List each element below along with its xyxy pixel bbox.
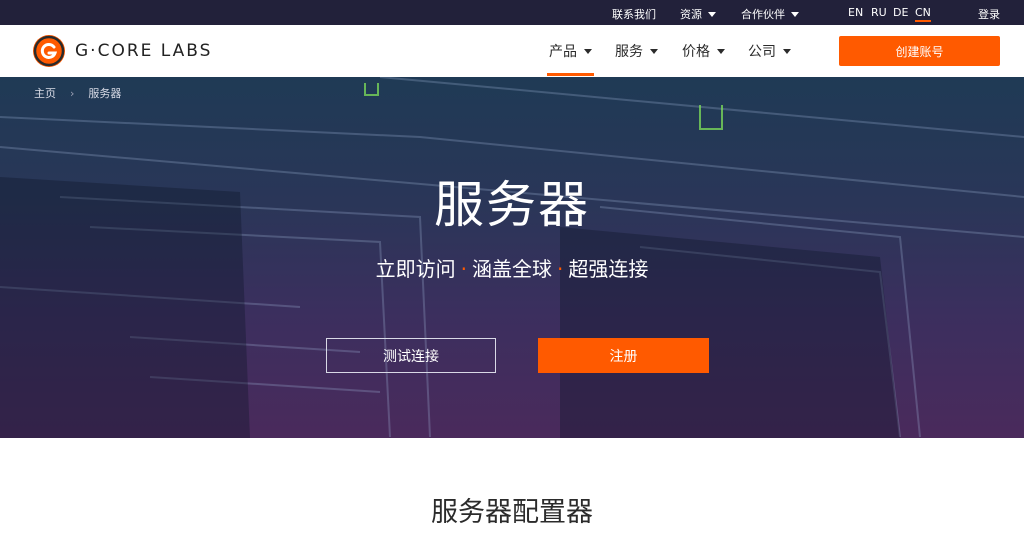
- top-utility-bar: 联系我们 资源 合作伙伴 EN RU DE CN 登录: [0, 0, 1024, 25]
- chevron-down-icon: [650, 48, 658, 54]
- partners-menu-label: 合作伙伴: [741, 8, 785, 21]
- language-ru[interactable]: RU: [871, 6, 887, 19]
- login-link[interactable]: 登录: [978, 6, 1000, 22]
- nav-item-services[interactable]: 服务: [615, 41, 658, 61]
- nav-item-label: 服务: [615, 44, 643, 60]
- create-account-button[interactable]: 创建账号: [839, 36, 1000, 66]
- nav-item-company[interactable]: 公司: [748, 41, 791, 61]
- resources-menu[interactable]: 资源: [680, 6, 716, 22]
- subtitle-part-1: 立即访问: [375, 257, 456, 281]
- chevron-down-icon: [783, 48, 791, 54]
- language-cn[interactable]: CN: [915, 6, 931, 22]
- contact-link-label: 联系我们: [612, 8, 656, 21]
- gcore-logo-svg: [33, 35, 65, 67]
- contact-link[interactable]: 联系我们: [612, 6, 656, 22]
- nav-item-pricing[interactable]: 价格: [682, 41, 725, 61]
- breadcrumb-home[interactable]: 主页: [34, 85, 56, 101]
- nav-item-label: 价格: [682, 44, 710, 60]
- chevron-down-icon: [708, 11, 716, 17]
- subtitle-part-2: 涵盖全球: [472, 257, 552, 281]
- logo-text: G·CORE LABS: [75, 41, 213, 61]
- subtitle-separator: ·: [460, 257, 467, 281]
- nav-item-label: 产品: [549, 44, 577, 60]
- language-en[interactable]: EN: [848, 6, 863, 19]
- gcore-logo-icon: [33, 35, 65, 67]
- section-title: 服务器配置器: [431, 497, 593, 528]
- chevron-down-icon: [584, 48, 592, 54]
- nav-item-label: 公司: [748, 44, 776, 60]
- main-navigation: G·CORE LABS 产品 服务 价格 公司 创建账号: [0, 25, 1024, 77]
- partners-menu[interactable]: 合作伙伴: [741, 6, 799, 22]
- breadcrumb-current: 服务器: [88, 87, 122, 100]
- nav-item-products[interactable]: 产品: [547, 41, 594, 76]
- subtitle-separator: ·: [557, 257, 564, 281]
- resources-menu-label: 资源: [680, 8, 702, 21]
- language-de[interactable]: DE: [893, 6, 908, 19]
- breadcrumb: 主页 › 服务器: [34, 85, 121, 101]
- register-button[interactable]: 注册: [538, 338, 709, 373]
- chevron-down-icon: [791, 11, 799, 17]
- logo[interactable]: G·CORE LABS: [33, 35, 212, 67]
- chevron-right-icon: ›: [70, 86, 75, 100]
- hero-subtitle: 立即访问 · 涵盖全球 · 超强连接: [0, 253, 1024, 282]
- login-link-label: 登录: [978, 8, 1000, 21]
- test-connection-button[interactable]: 测试连接: [326, 338, 496, 373]
- chevron-down-icon: [717, 48, 725, 54]
- subtitle-part-3: 超强连接: [568, 257, 649, 281]
- page-title: 服务器: [434, 176, 590, 234]
- hero-banner: 主页 › 服务器 服务器 立即访问 · 涵盖全球 · 超强连接 测试连接 注册: [0, 77, 1024, 438]
